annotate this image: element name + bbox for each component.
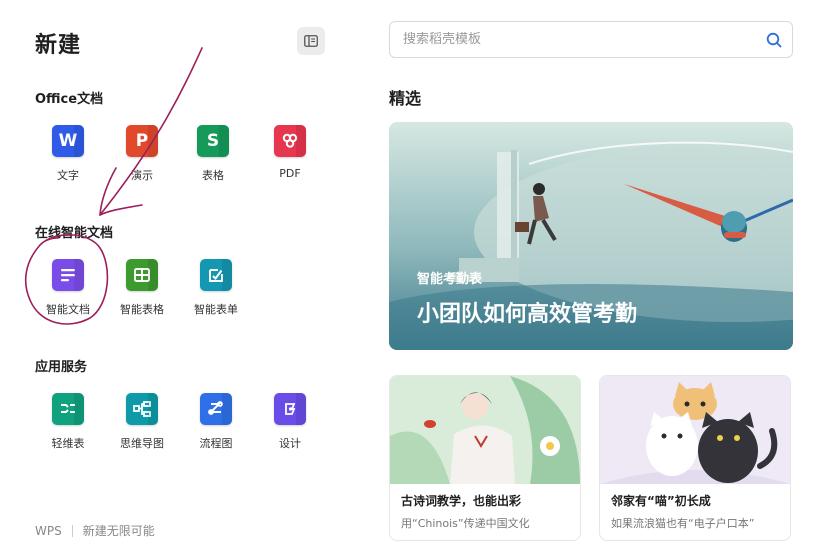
footer-divider — [71, 524, 73, 537]
panel-layout-icon — [304, 35, 318, 47]
pdf-icon — [274, 125, 306, 157]
search-icon[interactable] — [766, 32, 782, 48]
presentation-icon: P — [126, 125, 158, 157]
card-cat-title: 邻家有“喵”初长成 — [611, 494, 711, 508]
lite-table-icon — [52, 393, 84, 425]
footer: WPS 新建无限可能 — [35, 522, 155, 539]
card-poetry-desc: 用“Chinois”传递中国文化 — [401, 517, 530, 530]
section-title-online: 在线智能文档 — [35, 226, 114, 241]
smart-doc-icon — [52, 259, 84, 291]
new-writer-doc[interactable]: W 文字 — [33, 125, 103, 183]
mind-map-icon — [126, 393, 158, 425]
new-document-panel: 新建 Office文档 W 文字 P 演示 S 表格 PDF 在线智能文档 智能… — [0, 0, 360, 553]
new-pdf[interactable]: PDF — [255, 125, 325, 180]
new-lite-table[interactable]: 轻维表 — [33, 393, 103, 451]
footer-slogan: 新建无限可能 — [82, 524, 155, 538]
card-poetry-title: 古诗词教学，也能出彩 — [401, 494, 522, 508]
new-flowchart[interactable]: 流程图 — [181, 393, 251, 451]
section-title-office: Office文档 — [35, 92, 104, 107]
card-poetry-illustration — [390, 376, 580, 484]
new-smart-doc[interactable]: 智能文档 — [33, 259, 103, 317]
writer-icon: W — [52, 125, 84, 157]
banner-subtitle: 智能考勤表 — [417, 272, 483, 287]
featured-title: 精选 — [389, 89, 422, 108]
new-smart-sheet[interactable]: 智能表格 — [107, 259, 177, 317]
new-spreadsheet[interactable]: S 表格 — [178, 125, 248, 183]
template-card-poetry[interactable]: 古诗词教学，也能出彩 用“Chinois”传递中国文化 — [389, 375, 581, 541]
flowchart-icon — [200, 393, 232, 425]
toggle-panel-button[interactable] — [297, 27, 325, 55]
banner-title: 小团队如何高效管考勤 — [417, 302, 638, 327]
smart-form-icon — [200, 259, 232, 291]
new-mind-map[interactable]: 思维导图 — [107, 393, 177, 451]
search-input[interactable] — [403, 32, 766, 47]
template-search-box[interactable] — [389, 21, 793, 58]
footer-brand: WPS — [35, 523, 62, 538]
new-presentation[interactable]: P 演示 — [107, 125, 177, 183]
design-icon — [274, 393, 306, 425]
new-smart-form[interactable]: 智能表单 — [181, 259, 251, 317]
page-title: 新建 — [35, 33, 82, 58]
card-cat-desc: 如果流浪猫也有“电子户口本” — [611, 517, 755, 530]
smart-sheet-icon — [126, 259, 158, 291]
spreadsheet-icon: S — [197, 125, 229, 157]
card-cat-illustration — [600, 376, 790, 484]
section-title-apps: 应用服务 — [35, 360, 88, 375]
template-card-cat[interactable]: 邻家有“喵”初长成 如果流浪猫也有“电子户口本” — [599, 375, 791, 541]
new-design[interactable]: 设计 — [255, 393, 325, 451]
